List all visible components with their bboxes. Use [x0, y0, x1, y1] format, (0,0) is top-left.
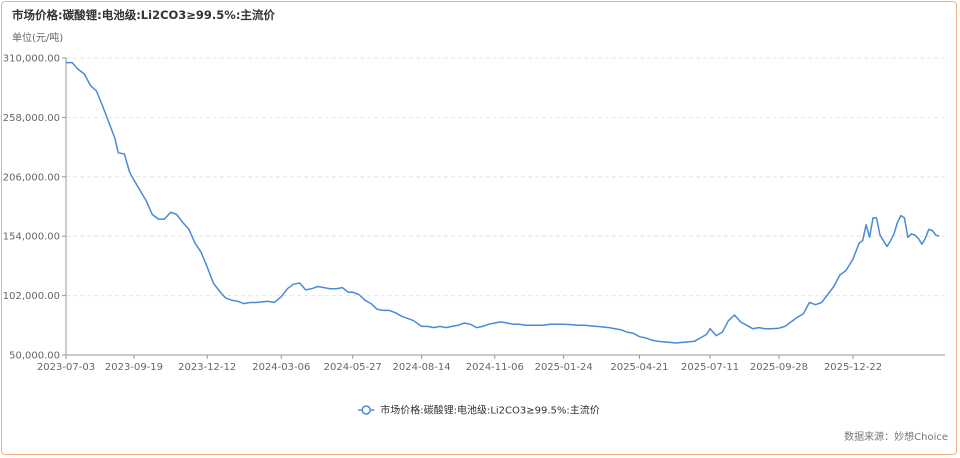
x-tick-label: 2023-12-12: [178, 362, 236, 373]
y-tick-label: 102,000.00: [3, 291, 60, 302]
x-tick-label: 2025-04-21: [610, 362, 668, 373]
line-chart: 50,000.00 102,000.00 154,000.00 206,000.00 2…: [3, 54, 945, 417]
x-tick-label: 2025-01-24: [535, 362, 593, 373]
x-tick-label: 2024-08-14: [393, 362, 451, 373]
x-tick-label: 2023-09-19: [105, 362, 163, 373]
x-tick-label: 2024-05-27: [324, 362, 382, 373]
legend[interactable]: 市场价格:碳酸锂:电池级:Li2CO3≥99.5%:主流价: [358, 404, 600, 417]
data-source-label: 数据来源：妙想Choice: [844, 432, 948, 443]
y-tick-label: 206,000.00: [3, 172, 60, 183]
x-tick-label: 2025-07-11: [681, 362, 739, 373]
series-layer: [66, 61, 940, 344]
y-tick-label: 50,000.00: [9, 351, 60, 362]
y-tick-label: 258,000.00: [3, 113, 60, 124]
y-tick-label: 154,000.00: [3, 232, 60, 243]
x-axis-ticks: 2023-07-03 2023-09-19 2023-12-12 2024-03-06…: [37, 355, 882, 373]
legend-marker-circle: [361, 405, 371, 415]
y-tick-label: 310,000.00: [3, 54, 60, 65]
legend-label[interactable]: 市场价格:碳酸锂:电池级:Li2CO3≥99.5%:主流价: [380, 404, 600, 417]
x-tick-label: 2023-07-03: [37, 362, 95, 373]
series-line: [66, 61, 940, 344]
x-tick-label: 2024-11-06: [466, 362, 524, 373]
x-tick-label: 2025-09-28: [750, 362, 808, 373]
axes: [65, 58, 945, 356]
x-tick-label: 2025-12-22: [824, 362, 882, 373]
grid-lines: [66, 57, 945, 297]
x-tick-label: 2024-03-06: [252, 362, 310, 373]
y-axis-ticks: 50,000.00 102,000.00 154,000.00 206,000.00 2…: [3, 54, 66, 362]
